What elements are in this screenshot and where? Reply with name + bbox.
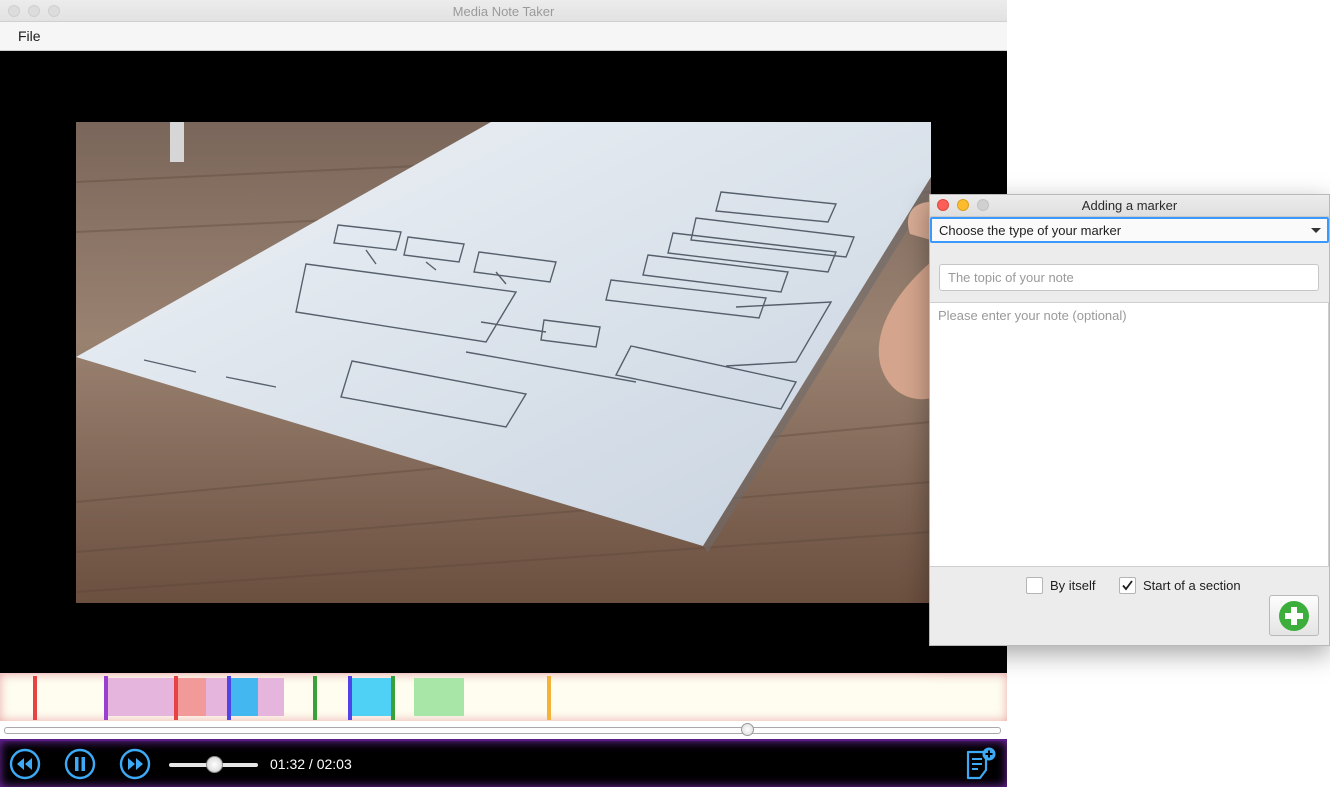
topic-input[interactable]	[939, 264, 1319, 291]
rewind-icon	[9, 748, 41, 780]
video-image	[76, 122, 931, 603]
window-titlebar: Media Note Taker	[0, 0, 1007, 22]
pause-icon	[64, 748, 96, 780]
chevron-down-icon	[1311, 228, 1321, 233]
timeline-section[interactable]	[176, 678, 206, 716]
add-marker-button[interactable]	[1269, 595, 1319, 636]
note-textarea[interactable]	[930, 302, 1329, 567]
start-of-section-checkbox[interactable]: Start of a section	[1119, 577, 1259, 595]
start-of-section-label: Start of a section	[1143, 578, 1241, 593]
checkmark-icon	[1122, 580, 1133, 591]
fast-forward-icon	[119, 748, 151, 780]
start-of-section-checkbox-box[interactable]	[1119, 577, 1136, 594]
time-display: 01:32 / 02:03	[270, 756, 352, 772]
timeline-section[interactable]	[414, 678, 464, 716]
volume-slider-thumb[interactable]	[206, 756, 223, 773]
menu-bar: File	[0, 22, 1007, 51]
by-itself-label: By itself	[1050, 578, 1096, 593]
seek-bar[interactable]	[0, 721, 1007, 739]
pause-button[interactable]	[64, 748, 96, 780]
by-itself-checkbox-box[interactable]	[1026, 577, 1043, 594]
timeline-section[interactable]	[258, 678, 284, 716]
window-title: Media Note Taker	[452, 4, 555, 19]
marker-type-select[interactable]: Choose the type of your marker	[930, 217, 1329, 243]
plus-circle-icon	[1279, 601, 1309, 631]
fast-forward-button[interactable]	[119, 748, 151, 780]
video-frame	[76, 122, 931, 603]
timeline-marker[interactable]	[348, 676, 352, 720]
timeline-marker[interactable]	[104, 676, 108, 720]
timeline-section[interactable]	[108, 678, 176, 716]
dialog-title: Adding a marker	[1081, 198, 1178, 213]
timeline-marker[interactable]	[33, 676, 37, 720]
main-window: Media Note Taker File 01:32 / 02:03	[0, 0, 1007, 787]
marker-type-select-label: Choose the type of your marker	[939, 223, 1122, 238]
timeline-section[interactable]	[230, 678, 258, 716]
timeline-marker[interactable]	[174, 676, 178, 720]
add-marker-dialog: Adding a marker Choose the type of your …	[929, 194, 1330, 646]
rewind-button[interactable]	[9, 748, 41, 780]
by-itself-checkbox[interactable]: By itself	[1026, 577, 1106, 595]
video-player[interactable]	[0, 51, 1007, 673]
timeline-marker[interactable]	[547, 676, 551, 720]
menu-file[interactable]: File	[18, 28, 41, 44]
timeline-section[interactable]	[352, 678, 392, 716]
player-controls: 01:32 / 02:03	[0, 739, 1007, 787]
add-note-icon	[966, 747, 996, 780]
add-note-button[interactable]	[962, 746, 998, 782]
seek-thumb[interactable]	[740, 723, 754, 736]
dialog-titlebar: Adding a marker	[930, 195, 1329, 217]
marker-timeline[interactable]	[0, 673, 1007, 721]
timeline-marker[interactable]	[391, 676, 395, 720]
seek-track[interactable]	[4, 727, 1001, 734]
timeline-marker[interactable]	[313, 676, 317, 720]
timeline-marker[interactable]	[227, 676, 231, 720]
